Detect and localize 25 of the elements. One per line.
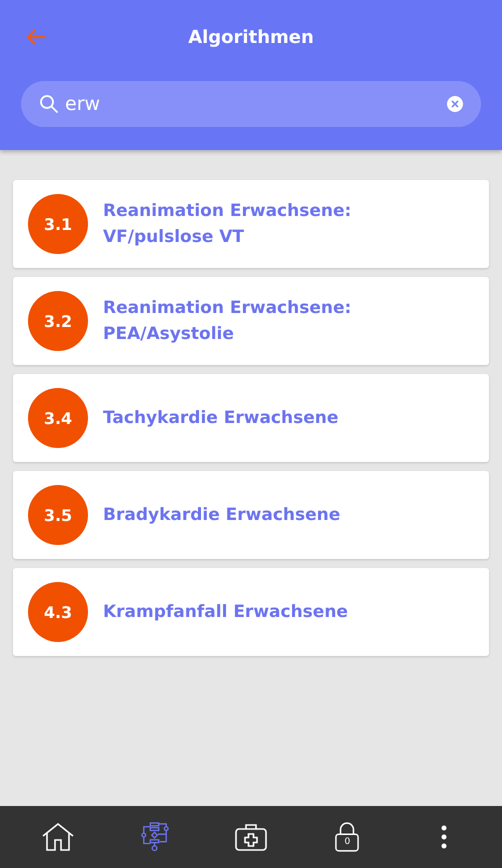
search-field[interactable]: erw (21, 81, 481, 127)
more-icon[interactable] (440, 825, 447, 849)
algorithm-card[interactable]: 3.4 Tachykardie Erwachsene (13, 374, 489, 462)
algorithm-title: Bradykardie Erwachsene (103, 504, 340, 527)
home-icon[interactable] (42, 823, 74, 851)
number-badge: 3.4 (28, 388, 88, 448)
number-badge: 3.5 (28, 485, 88, 545)
algorithm-title: Reanimation Erwachsene: PEA/Asystolie (103, 297, 352, 346)
algorithm-title: Reanimation Erwachsene: VF/pulslose VT (103, 200, 352, 249)
search-icon (39, 94, 59, 114)
number-badge: 3.1 (28, 194, 88, 254)
clear-icon[interactable] (447, 96, 463, 112)
algorithm-card[interactable]: 3.5 Bradykardie Erwachsene (13, 471, 489, 559)
medkit-icon[interactable] (234, 823, 267, 851)
page-title: Algorithmen (188, 27, 314, 48)
algorithm-card[interactable]: 3.2 Reanimation Erwachsene: PEA/Asystolie (13, 277, 489, 365)
lock-icon[interactable] (335, 822, 360, 852)
flowchart-icon[interactable] (140, 822, 169, 852)
algorithm-card[interactable]: 3.1 Reanimation Erwachsene: VF/pulslose VT (13, 180, 489, 268)
number-badge: 3.2 (28, 291, 88, 351)
algorithm-card[interactable]: 4.3 Krampfanfall Erwachsene (13, 568, 489, 656)
lock-count: 0 (343, 837, 352, 847)
algorithm-title: Krampfanfall Erwachsene (103, 601, 348, 624)
algorithm-title: Tachykardie Erwachsene (103, 407, 338, 430)
number-badge: 4.3 (28, 582, 88, 642)
